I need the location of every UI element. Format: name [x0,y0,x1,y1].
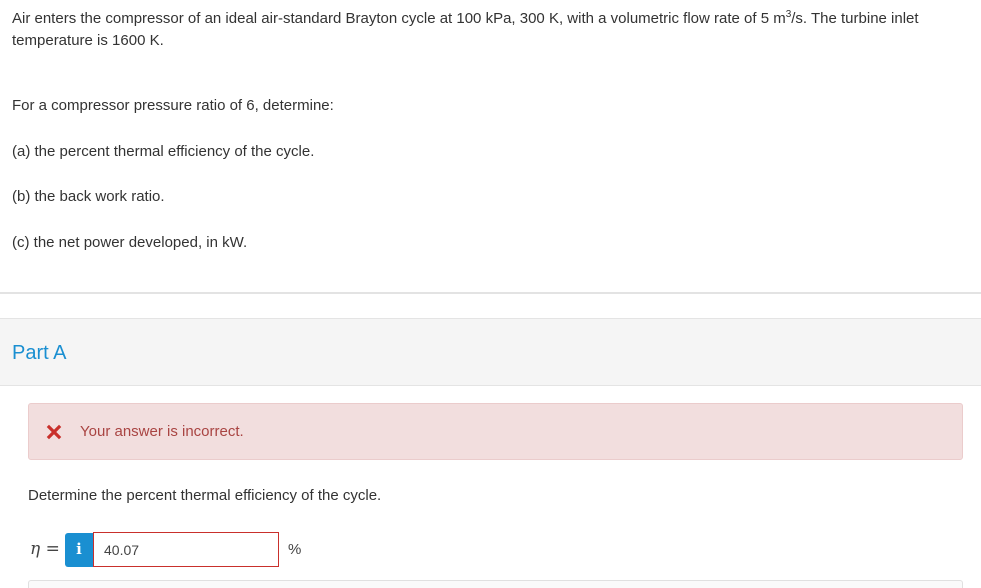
question-text: Determine the percent thermal efficiency… [28,487,382,504]
problem-item-a: (a) the percent thermal efficiency of th… [12,143,315,160]
feedback-message: Your answer is incorrect. [80,423,244,440]
problem-statement: Air enters the compressor of an ideal ai… [12,4,962,52]
x-mark-icon [46,424,62,440]
part-header[interactable]: Part A [0,318,981,386]
problem-item-c: (c) the net power developed, in kW. [12,234,248,251]
problem-item-b: (b) the back work ratio. [12,188,165,205]
feedback-alert: Your answer is incorrect. [28,403,963,460]
unit-label: % [288,541,302,558]
section-divider [0,292,981,294]
variable-label: η = [30,539,60,559]
problem-lead: For a compressor pressure ratio of 6, de… [12,97,334,114]
part-title[interactable]: Part A [12,341,66,365]
page: Air enters the compressor of an ideal ai… [0,0,981,588]
answer-input[interactable] [93,532,279,567]
next-section-box [28,580,963,588]
intro-text-start: Air enters the compressor of an ideal ai… [12,10,786,27]
info-button[interactable]: i [65,533,93,567]
